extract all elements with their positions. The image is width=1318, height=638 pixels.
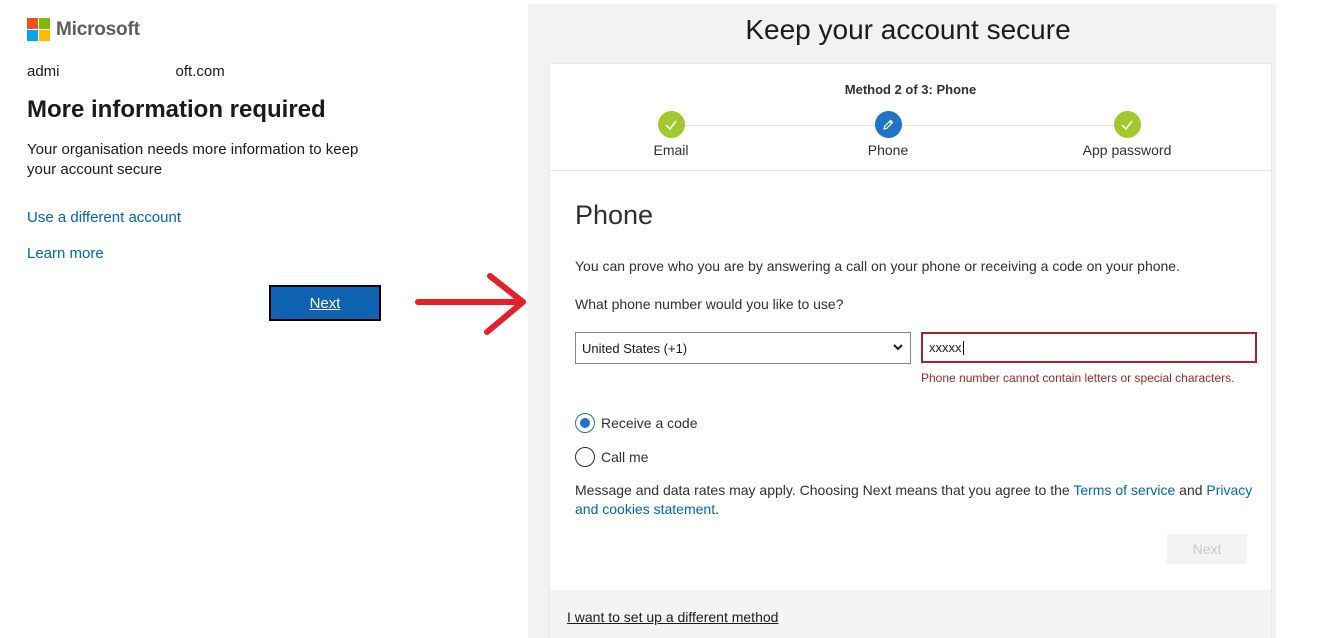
phone-number-input[interactable]: xxxxx <box>921 332 1257 363</box>
step-app-password: App password <box>1057 111 1197 158</box>
step-label: Phone <box>867 142 909 158</box>
method-progress: Method 2 of 3: Phone <box>844 82 977 97</box>
prove-description: You can prove who you are by answering a… <box>575 258 1180 274</box>
next-button[interactable]: Next <box>269 285 381 321</box>
microsoft-logo: Microsoft <box>27 18 140 41</box>
page-description: Your organisation needs more information… <box>27 141 359 178</box>
country-value: United States (+1) <box>582 340 688 356</box>
country-select[interactable]: United States (+1) <box>575 332 911 364</box>
phone-input-value: xxxxx <box>929 340 962 355</box>
card-divider <box>550 170 1271 171</box>
phone-question: What phone number would you like to use? <box>575 296 844 312</box>
card-footer: I want to set up a different method <box>550 590 1271 638</box>
pencil-icon <box>874 111 902 138</box>
text-cursor <box>962 340 964 355</box>
setup-card: Method 2 of 3: Phone Email Phone App pas… <box>550 64 1271 638</box>
email-suffix: oft.com <box>175 63 225 80</box>
radio-label: Receive a code <box>601 415 698 431</box>
right-arrow-icon <box>415 273 526 335</box>
learn-more-link[interactable]: Learn more <box>27 245 104 262</box>
email-redaction <box>59 66 176 79</box>
brand-name: Microsoft <box>56 18 140 40</box>
section-heading: Phone <box>575 200 654 230</box>
security-setup-panel: Keep your account secure Method 2 of 3: … <box>528 4 1276 638</box>
use-different-account-link[interactable]: Use a different account <box>27 209 181 226</box>
next-button-disabled[interactable]: Next <box>1167 534 1247 564</box>
terms-prefix: Message and data rates may apply. Choosi… <box>575 482 1070 498</box>
page-title: More information required <box>27 96 326 123</box>
chevron-down-icon <box>893 344 903 351</box>
terms-end: . <box>715 501 719 517</box>
radio-button[interactable] <box>575 447 595 467</box>
step-label: Email <box>653 142 689 158</box>
step-label: App password <box>1082 142 1172 158</box>
terms-notice: Message and data rates may apply. Choosi… <box>575 481 1255 519</box>
different-method-link[interactable]: I want to set up a different method <box>567 609 778 625</box>
check-icon <box>1113 111 1141 138</box>
radio-call-me[interactable]: Call me <box>575 447 648 467</box>
radio-label: Call me <box>601 449 649 465</box>
terms-and: and <box>1179 482 1203 498</box>
check-icon <box>657 111 685 138</box>
radio-receive-code[interactable]: Receive a code <box>575 413 698 433</box>
setup-title: Keep your account secure <box>745 14 1071 45</box>
step-phone: Phone <box>818 111 958 158</box>
microsoft-logo-icon <box>27 18 50 41</box>
account-email: admi oft.com <box>27 63 225 80</box>
radio-button-checked[interactable] <box>575 413 595 433</box>
phone-error-message: Phone number cannot contain letters or s… <box>921 371 1235 385</box>
terms-of-service-link[interactable]: Terms of service <box>1073 482 1175 498</box>
step-email: Email <box>601 111 741 158</box>
email-prefix: admi <box>27 63 60 80</box>
